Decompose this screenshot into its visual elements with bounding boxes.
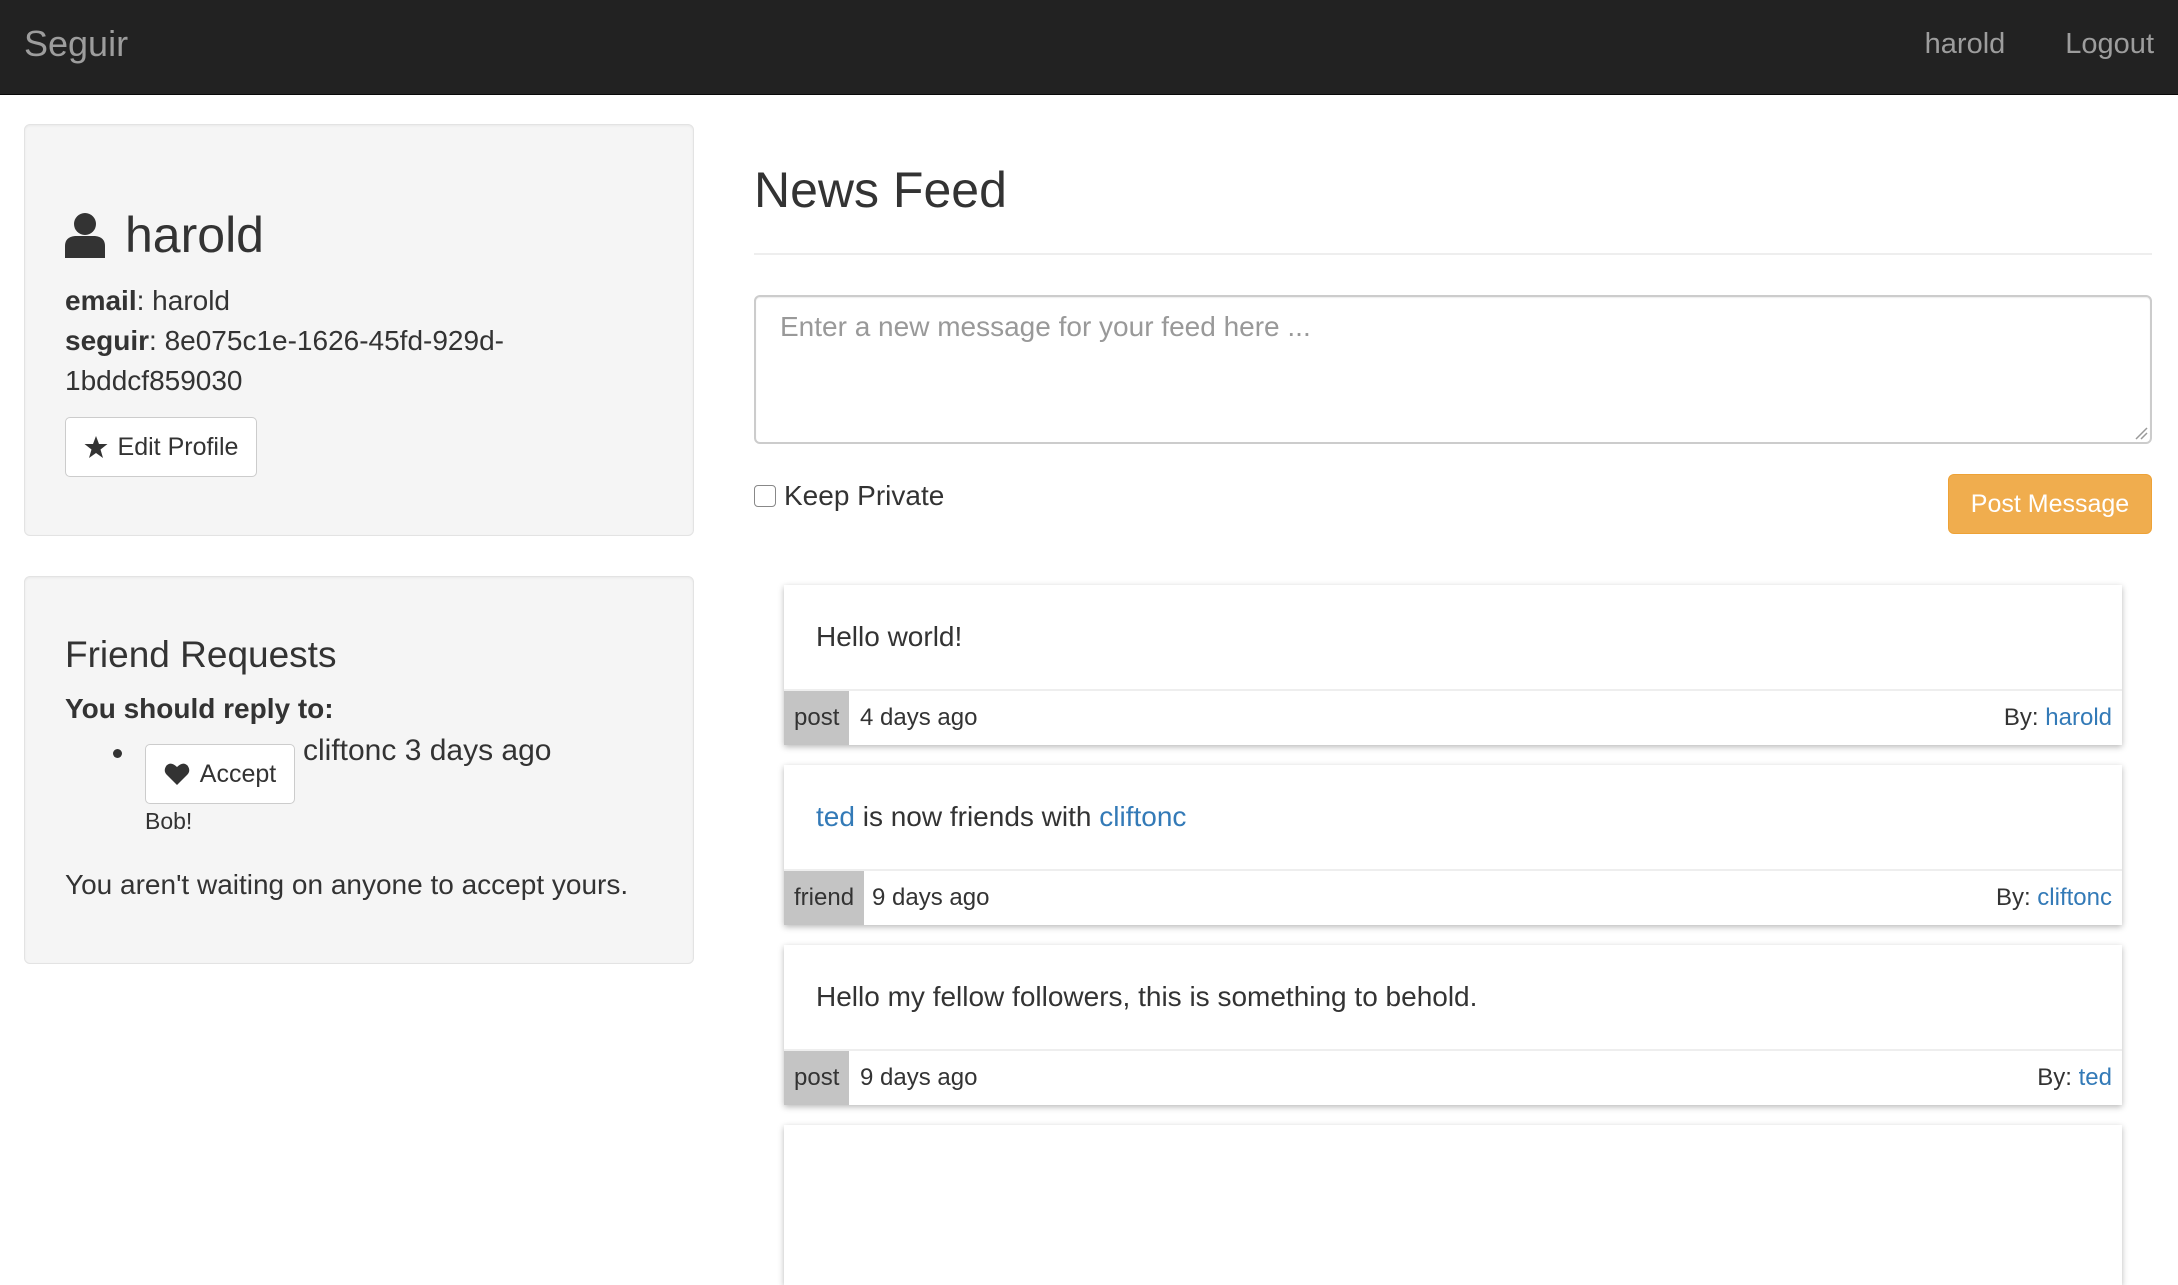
- brand-link[interactable]: Seguir: [24, 22, 128, 66]
- seguir-value-part1: : 8e075c1e-1626-45fd-929d-: [149, 325, 504, 356]
- edit-profile-label: Edit Profile: [117, 432, 239, 461]
- feed-item: ted is now friends with cliftonc friend …: [784, 765, 2122, 925]
- edit-profile-button[interactable]: Edit Profile: [65, 417, 257, 477]
- feed-item-text: ted is now friends with cliftonc: [816, 797, 1186, 837]
- star-icon: [84, 436, 108, 458]
- feed-type-badge: friend: [784, 871, 865, 925]
- feed-item-text: Hello my fellow followers, this is somet…: [816, 981, 1478, 1012]
- author-link[interactable]: cliftonc: [2037, 884, 2112, 911]
- keep-private-control[interactable]: Keep Private: [754, 478, 944, 514]
- feed-item: Hello world! post 4 days ago By: harold: [784, 585, 2122, 745]
- feed-author: By: cliftonc: [1996, 871, 2112, 925]
- nav-logout-link[interactable]: Logout: [2065, 24, 2154, 64]
- profile-panel: harold email: harold seguir: 8e075c1e-16…: [24, 124, 694, 536]
- feed-item-footer: friend 9 days ago By: cliftonc: [784, 869, 2122, 925]
- no-pending-outgoing-text: You aren't waiting on anyone to accept y…: [65, 869, 629, 900]
- keep-private-label: Keep Private: [784, 480, 945, 511]
- request-message: Bob!: [145, 808, 193, 834]
- feed-timestamp: 9 days ago: [860, 1064, 978, 1091]
- profile-name: harold: [125, 207, 264, 263]
- by-label: By:: [2037, 1064, 2072, 1091]
- friend-requests-panel: Friend Requests You should reply to: Acc…: [24, 576, 694, 964]
- profile-seguir-line: seguir: 8e075c1e-1626-45fd-929d-: [65, 321, 504, 361]
- friendship-text: is now friends with: [854, 801, 1100, 832]
- feed-timestamp: 9 days ago: [872, 884, 990, 911]
- accept-label: Accept: [199, 759, 277, 788]
- feed-item: Hello my fellow followers, this is somet…: [784, 945, 2122, 1105]
- seguir-value-part2: 1bddcf859030: [65, 365, 243, 396]
- seguir-label: seguir: [65, 325, 150, 356]
- email-value: : harold: [136, 285, 231, 316]
- by-label: By:: [2003, 704, 2039, 731]
- heart-icon: [164, 763, 190, 785]
- feed-type-badge: post: [784, 1051, 850, 1105]
- new-message-textarea[interactable]: [754, 295, 2152, 444]
- nav-user-link[interactable]: harold: [1925, 24, 2006, 64]
- accept-request-button[interactable]: Accept: [145, 744, 295, 804]
- profile-heading: harold: [65, 203, 264, 267]
- feed-item: [784, 1125, 2122, 1285]
- feed-item-text: Hello world!: [816, 621, 963, 652]
- keep-private-checkbox[interactable]: [754, 485, 776, 507]
- user-icon: [65, 213, 105, 258]
- user-link[interactable]: ted: [816, 801, 855, 832]
- top-navbar: Seguir harold Logout: [0, 0, 2178, 95]
- feed-timestamp: 4 days ago: [860, 704, 978, 731]
- title-divider: [754, 253, 2152, 255]
- resize-grip-icon[interactable]: [2134, 426, 2148, 440]
- list-bullet: [113, 749, 122, 758]
- post-message-button[interactable]: Post Message: [1948, 474, 2152, 534]
- request-from-text: cliftonc 3 days ago: [303, 734, 552, 767]
- feed-item-footer: post 4 days ago By: harold: [784, 689, 2122, 745]
- navbar-right-links: harold Logout: [1925, 24, 2154, 64]
- friend-requests-title: Friend Requests: [65, 634, 337, 675]
- author-link[interactable]: ted: [2079, 1064, 2112, 1091]
- author-link[interactable]: harold: [2045, 704, 2112, 731]
- page-title: News Feed: [754, 162, 1007, 218]
- reply-to-subtitle: You should reply to:: [65, 693, 334, 724]
- profile-email-line: email: harold: [65, 281, 230, 321]
- feed-author: By: harold: [2004, 691, 2112, 745]
- user-link[interactable]: cliftonc: [1099, 801, 1186, 832]
- profile-seguir-line-2: 1bddcf859030: [65, 361, 243, 401]
- feed-author: By: ted: [2037, 1051, 2112, 1105]
- feed-type-badge: post: [784, 691, 850, 745]
- feed-item-footer: post 9 days ago By: ted: [784, 1049, 2122, 1105]
- email-label: email: [65, 285, 137, 316]
- by-label: By:: [1995, 884, 2031, 911]
